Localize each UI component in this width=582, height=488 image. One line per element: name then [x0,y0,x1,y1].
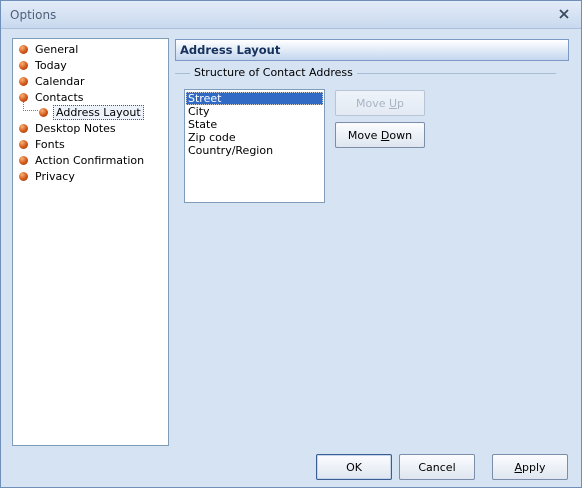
list-item[interactable]: Zip code [186,131,323,144]
tree-item-label: Privacy [35,169,75,183]
tree-item-today[interactable]: Today [19,57,67,73]
window-title: Options [10,8,57,22]
tree-item-label: General [35,42,79,56]
tree-item-label: Calendar [35,74,85,88]
tree-item-label: Action Confirmation [35,153,145,167]
tree-item-label: Today [35,58,67,72]
cancel-button[interactable]: Cancel [399,454,475,480]
tree-item-privacy[interactable]: Privacy [19,168,75,184]
group-label: Structure of Contact Address [190,66,357,79]
ok-label: OK [346,460,362,474]
bullet-icon [19,76,28,86]
tree-item-desktop-notes[interactable]: Desktop Notes [19,120,116,136]
close-icon [559,9,569,19]
move-down-button[interactable]: Move Down [335,122,425,148]
tree-item-label: Desktop Notes [35,121,116,135]
panel-title: Address Layout [180,43,281,57]
apply-label: Apply [514,460,546,474]
bullet-icon [19,44,28,54]
panel-header: Address Layout [175,39,569,61]
ok-button[interactable]: OK [316,454,392,480]
bullet-icon [39,107,48,117]
list-item[interactable]: City [186,105,323,118]
tree-item-calendar[interactable]: Calendar [19,73,84,89]
list-item[interactable]: State [186,118,323,131]
tree-item-fonts[interactable]: Fonts [19,136,65,152]
list-item[interactable]: Country/Region [186,144,323,157]
title-bar: Options [1,1,581,29]
tree-item-label: Address Layout [53,104,144,120]
options-dialog: Options General Today Calendar Contacts … [0,0,582,488]
bullet-icon [19,60,28,70]
address-structure-list[interactable]: Street City State Zip code Country/Regio… [184,89,325,203]
close-button[interactable] [555,5,573,23]
bullet-icon [19,155,28,165]
tree-connector [23,102,38,111]
apply-button[interactable]: Apply [492,454,568,480]
bullet-icon [19,171,28,181]
tree-item-label: Fonts [35,137,65,151]
tree-item-general[interactable]: General [19,41,78,57]
cancel-label: Cancel [418,460,456,474]
bullet-icon [19,139,28,149]
tree-item-label: Contacts [35,90,84,104]
bullet-icon [19,92,28,102]
options-tree[interactable]: General Today Calendar Contacts Address … [12,38,169,446]
tree-item-action-confirmation[interactable]: Action Confirmation [19,152,144,168]
move-down-label: Move Down [347,128,413,142]
tree-item-address-layout[interactable]: Address Layout [39,104,144,120]
move-up-label: Move Up [355,96,405,110]
bullet-icon [19,123,28,133]
move-up-button[interactable]: Move Up [335,90,425,116]
list-item[interactable]: Street [186,92,323,105]
